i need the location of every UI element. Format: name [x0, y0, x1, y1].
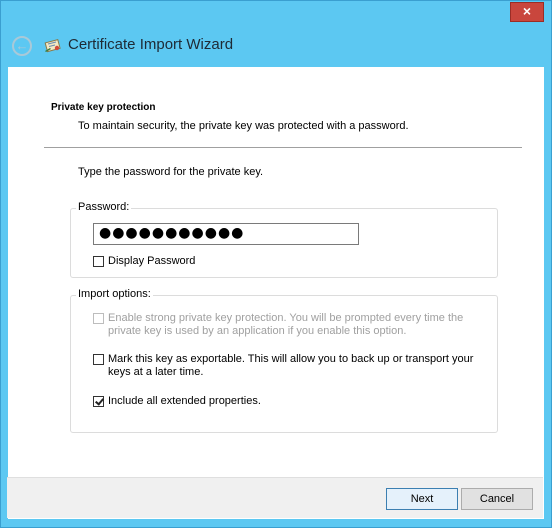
extended-properties-label: Include all extended properties. — [108, 395, 261, 407]
display-password-label: Display Password — [108, 255, 196, 267]
strong-protection-line2: private key is used by an application if… — [108, 325, 407, 337]
strong-protection-option[interactable]: Enable strong private key protection. Yo… — [93, 312, 463, 338]
section-description: To maintain security, the private key wa… — [78, 120, 409, 132]
cancel-button[interactable]: Cancel — [461, 488, 533, 510]
strong-protection-label: Enable strong private key protection. Yo… — [108, 312, 463, 338]
exportable-line2: keys at a later time. — [108, 366, 204, 378]
close-icon: × — [522, 3, 532, 19]
section-title: Private key protection — [51, 102, 156, 113]
exportable-option[interactable]: Mark this key as exportable. This will a… — [93, 353, 473, 379]
exportable-label: Mark this key as exportable. This will a… — [108, 353, 473, 379]
password-input[interactable]: ●●●●●●●●●●● — [93, 223, 359, 245]
strong-protection-line1: Enable strong private key protection. Yo… — [108, 312, 464, 324]
header-divider — [44, 147, 522, 148]
title-bar: × ← Certificate Import Wizard — [1, 1, 551, 67]
back-arrow-icon: ← — [15, 38, 29, 53]
extended-properties-checkbox[interactable] — [93, 396, 104, 407]
exportable-checkbox[interactable] — [93, 354, 104, 365]
strong-protection-checkbox[interactable] — [93, 313, 104, 324]
import-options-label: Import options: — [76, 288, 153, 300]
back-button[interactable]: ← — [12, 36, 32, 56]
password-prompt: Type the password for the private key. — [78, 166, 264, 178]
window-title: Certificate Import Wizard — [68, 36, 234, 53]
display-password-option[interactable]: Display Password — [93, 255, 195, 268]
exportable-line1: Mark this key as exportable. This will a… — [108, 353, 474, 365]
close-button[interactable]: × — [510, 2, 544, 22]
certificate-icon — [44, 38, 61, 53]
display-password-checkbox[interactable] — [93, 256, 104, 267]
extended-properties-option[interactable]: Include all extended properties. — [93, 395, 261, 408]
password-group-label: Password: — [76, 201, 132, 213]
next-button[interactable]: Next — [386, 488, 458, 510]
